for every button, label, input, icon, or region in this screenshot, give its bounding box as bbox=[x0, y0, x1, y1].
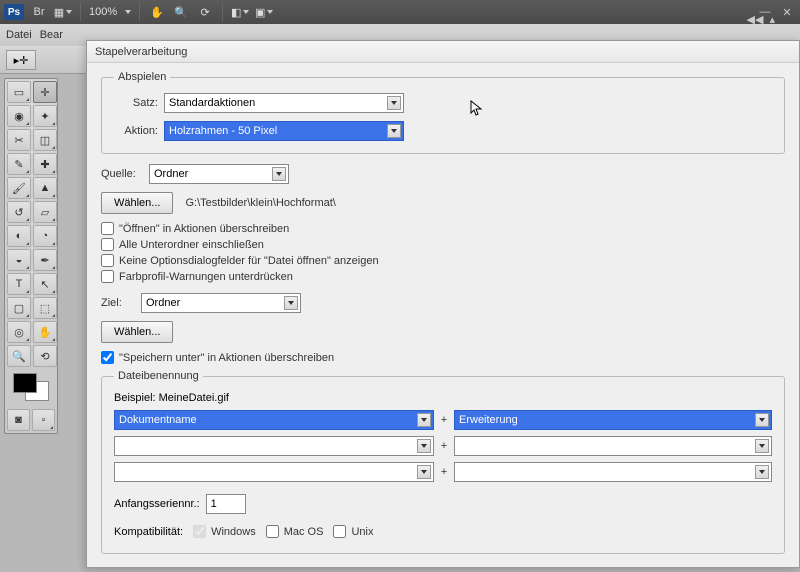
play-legend: Abspielen bbox=[114, 71, 170, 83]
dodge-tool[interactable]: ◒ bbox=[7, 249, 31, 271]
screen-mode-icon[interactable]: ▣ bbox=[255, 3, 273, 21]
example-value: MeineDatei.gif bbox=[159, 392, 229, 404]
action-select[interactable]: Holzrahmen - 50 Pixel bbox=[164, 121, 404, 141]
choose-source-button[interactable]: Wählen... bbox=[101, 192, 173, 214]
hand-icon[interactable]: ✋ bbox=[148, 3, 166, 21]
naming-legend: Dateibenennung bbox=[114, 370, 203, 382]
cursor-icon bbox=[470, 100, 484, 118]
brush-tool[interactable]: 🖌 bbox=[7, 177, 31, 199]
marquee-tool[interactable]: ▭ bbox=[7, 81, 31, 103]
rotate-view-tool[interactable]: ⟲ bbox=[33, 345, 57, 367]
zoom-icon[interactable]: 🔍 bbox=[172, 3, 190, 21]
chevron-down-icon bbox=[755, 465, 769, 479]
naming-field-1[interactable]: Dokumentname bbox=[114, 410, 434, 430]
dest-select[interactable]: Ordner bbox=[141, 293, 301, 313]
set-label: Satz: bbox=[114, 97, 158, 109]
compat-mac-checkbox[interactable] bbox=[266, 525, 279, 538]
arrange-icon[interactable]: ◧ bbox=[231, 3, 249, 21]
eyedropper-tool[interactable]: ✎ bbox=[7, 153, 31, 175]
quickmask-icon[interactable]: ◙ bbox=[7, 409, 30, 431]
blur-tool[interactable]: ◔ bbox=[33, 225, 57, 247]
naming-field-3[interactable] bbox=[114, 436, 434, 456]
chevron-down-icon[interactable] bbox=[125, 10, 131, 14]
chevron-down-icon bbox=[387, 124, 401, 138]
source-path: G:\Testbilder\klein\Hochformat\ bbox=[185, 197, 335, 209]
zoom-tool[interactable]: 🔍 bbox=[7, 345, 31, 367]
naming-field-6[interactable] bbox=[454, 462, 772, 482]
rotate-icon[interactable]: ⟳ bbox=[196, 3, 214, 21]
history-brush-tool[interactable]: ↺ bbox=[7, 201, 31, 223]
override-save-checkbox[interactable] bbox=[101, 351, 114, 364]
dest-label: Ziel: bbox=[101, 297, 135, 309]
heal-tool[interactable]: ✚ bbox=[33, 153, 57, 175]
shape-tool[interactable]: ▢ bbox=[7, 297, 31, 319]
ps-logo: Ps bbox=[4, 4, 24, 20]
suppress-color-warnings-checkbox[interactable] bbox=[101, 270, 114, 283]
path-tool[interactable]: ↖ bbox=[33, 273, 57, 295]
set-select[interactable]: Standardaktionen bbox=[164, 93, 404, 113]
wand-tool[interactable]: ✦ bbox=[33, 105, 57, 127]
dialog-title: Stapelverarbeitung bbox=[87, 41, 799, 63]
3d-tool[interactable]: ⬚ bbox=[33, 297, 57, 319]
menu-datei[interactable]: Datei bbox=[6, 29, 32, 41]
color-swatches[interactable] bbox=[7, 371, 55, 407]
compat-windows-checkbox bbox=[193, 525, 206, 538]
suppress-open-dialogs-checkbox[interactable] bbox=[101, 254, 114, 267]
chevron-down-icon bbox=[755, 413, 769, 427]
chevron-down-icon bbox=[272, 167, 286, 181]
action-label: Aktion: bbox=[114, 125, 158, 137]
menu-bearbeiten[interactable]: Bear bbox=[40, 29, 63, 41]
chevron-down-icon bbox=[387, 96, 401, 110]
slice-tool[interactable]: ◫ bbox=[33, 129, 57, 151]
move-tool-indicator[interactable]: ▸✛ bbox=[6, 50, 36, 70]
play-fieldset: Abspielen Satz: Standardaktionen Aktion:… bbox=[101, 71, 785, 154]
hand-tool[interactable]: ✋ bbox=[33, 321, 57, 343]
screenmode-icon[interactable]: ▫ bbox=[32, 409, 55, 431]
batch-dialog: Stapelverarbeitung Abspielen Satz: Stand… bbox=[86, 40, 800, 568]
zoom-display[interactable]: 100% bbox=[89, 6, 117, 18]
naming-field-5[interactable] bbox=[114, 462, 434, 482]
source-label: Quelle: bbox=[101, 168, 143, 180]
naming-fieldset: Dateibenennung Beispiel: MeineDatei.gif … bbox=[101, 370, 785, 554]
override-open-checkbox[interactable] bbox=[101, 222, 114, 235]
plus-icon: + bbox=[440, 440, 448, 452]
serial-input[interactable] bbox=[206, 494, 246, 514]
tools-panette: ▭ ✛ ◉ ✦ ✂ ◫ ✎ ✚ 🖌 ▲ ↺ ▱ ◐ ◔ ◒ ✒ T ↖ ▢ ⬚ … bbox=[4, 78, 58, 434]
app-toolbar: Ps Br ▦ 100% ✋ 🔍 ⟳ ◧ ▣ — ✕ bbox=[0, 0, 800, 24]
naming-field-4[interactable] bbox=[454, 436, 772, 456]
type-tool[interactable]: T bbox=[7, 273, 31, 295]
choose-dest-button[interactable]: Wählen... bbox=[101, 321, 173, 343]
chevron-down-icon bbox=[417, 413, 431, 427]
move-tool[interactable]: ✛ bbox=[33, 81, 57, 103]
plus-icon: + bbox=[440, 466, 448, 478]
bridge-icon[interactable]: Br bbox=[30, 3, 48, 21]
include-subfolders-checkbox[interactable] bbox=[101, 238, 114, 251]
lasso-tool[interactable]: ◉ bbox=[7, 105, 31, 127]
compat-unix-checkbox[interactable] bbox=[333, 525, 346, 538]
crop-tool[interactable]: ✂ bbox=[7, 129, 31, 151]
chevron-down-icon bbox=[417, 465, 431, 479]
foreground-swatch[interactable] bbox=[13, 373, 37, 393]
naming-field-2[interactable]: Erweiterung bbox=[454, 410, 772, 430]
chevron-down-icon bbox=[755, 439, 769, 453]
chevron-down-icon bbox=[417, 439, 431, 453]
serial-label: Anfangsseriennr.: bbox=[114, 498, 200, 510]
compat-label: Kompatibilität: bbox=[114, 526, 183, 538]
example-label: Beispiel: bbox=[114, 392, 156, 404]
chevron-down-icon bbox=[284, 296, 298, 310]
close-icon[interactable]: ✕ bbox=[778, 3, 796, 21]
source-select[interactable]: Ordner bbox=[149, 164, 289, 184]
stamp-tool[interactable]: ▲ bbox=[33, 177, 57, 199]
3d-cam-tool[interactable]: ◎ bbox=[7, 321, 31, 343]
eraser-tool[interactable]: ▱ bbox=[33, 201, 57, 223]
plus-icon: + bbox=[440, 414, 448, 426]
gradient-tool[interactable]: ◐ bbox=[7, 225, 31, 247]
film-icon[interactable]: ▦ bbox=[54, 3, 72, 21]
pen-tool[interactable]: ✒ bbox=[33, 249, 57, 271]
